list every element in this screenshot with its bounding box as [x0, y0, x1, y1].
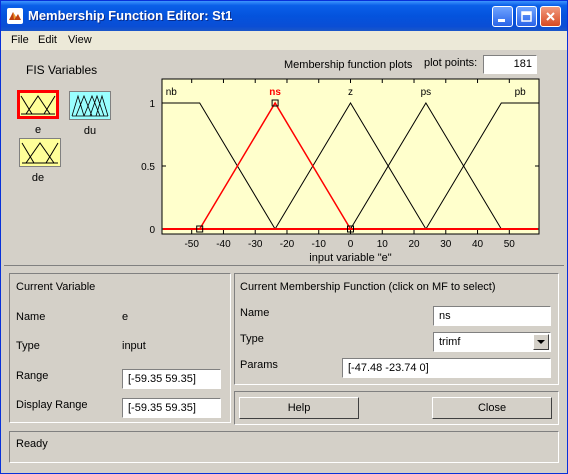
mf-params-label: Params [240, 359, 278, 371]
y-tick-label: 1 [149, 99, 155, 110]
variable-name-value: e [122, 311, 129, 323]
mf-type-select[interactable]: trimf [433, 332, 551, 352]
dropdown-arrow[interactable] [533, 334, 549, 350]
mf-type-value: trimf [439, 336, 461, 348]
x-axis-label: input variable "e" [309, 252, 392, 264]
y-tick-label: 0 [149, 225, 155, 236]
x-tick-label: 10 [377, 239, 389, 250]
display-range-label: Display Range [16, 399, 88, 411]
mf-type-label: Type [240, 333, 264, 345]
status-bar [9, 431, 559, 463]
mf-params-input[interactable]: [-47.48 -23.74 0] [342, 358, 551, 378]
variable-type-value: input [122, 340, 146, 352]
x-tick-label: 0 [348, 239, 354, 250]
status-text: Ready [16, 438, 48, 450]
mf-plot[interactable]: -50 -40 -30 -20 -10 0 10 20 30 40 50 0 0.5 1 input var… [1, 1, 567, 273]
mf-label-z: z [348, 87, 353, 98]
display-range-input[interactable]: [-59.35 59.35] [122, 398, 221, 418]
mf-name-label: Name [240, 307, 270, 319]
x-tick-label: 20 [408, 239, 420, 250]
range-label: Range [16, 370, 49, 382]
x-tick-label: -50 [184, 239, 199, 250]
x-tick-label: 30 [440, 239, 452, 250]
x-tick-label: -10 [312, 239, 327, 250]
variable-name-label: Name [16, 311, 46, 323]
mf-label-ns: ns [269, 87, 281, 98]
x-tick-label: -20 [280, 239, 295, 250]
x-tick-label: 40 [472, 239, 484, 250]
help-button[interactable]: Help [239, 397, 359, 419]
mf-name-input[interactable]: ns [433, 306, 551, 326]
range-input[interactable]: [-59.35 59.35] [122, 369, 221, 389]
mf-label-ps: ps [421, 87, 432, 98]
window: Membership Function Editor: St1 File Edi… [0, 0, 568, 474]
x-tick-label: -30 [248, 239, 263, 250]
y-tick-label: 0.5 [141, 162, 155, 173]
chevron-down-icon [537, 340, 545, 344]
mf-label-nb: nb [166, 87, 178, 98]
mf-label-pb: pb [515, 87, 527, 98]
close-button[interactable]: Close [432, 397, 552, 419]
divider [4, 265, 564, 266]
current-variable-header: Current Variable [16, 281, 96, 293]
x-tick-label: 50 [504, 239, 516, 250]
x-tick-label: -40 [216, 239, 231, 250]
current-mf-header: Current Membership Function (click on MF… [240, 281, 496, 293]
variable-type-label: Type [16, 340, 40, 352]
